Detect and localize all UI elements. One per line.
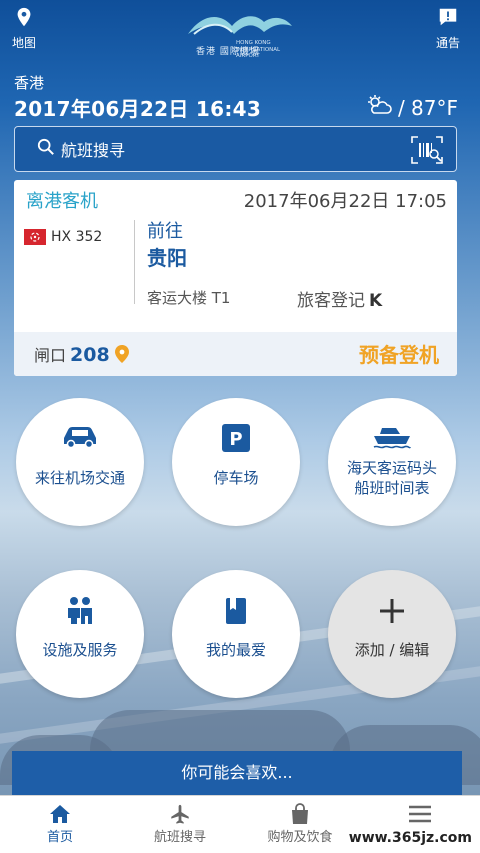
flight-number: HX 352 [51, 229, 103, 245]
tile-add-edit[interactable]: 添加 / 编辑 [328, 570, 456, 698]
tile-label: 海天客运码头 船班时间表 [334, 458, 450, 498]
top-bar: 地图 香港 國際機場 HONG KONG INTERNATIONAL AIRPO… [0, 0, 480, 64]
bookmark-icon [172, 596, 300, 626]
svg-text:P: P [229, 429, 242, 450]
checkin-label: 旅客登记 [297, 291, 365, 311]
terminal-label: 客运大楼 T1 [147, 289, 231, 307]
tile-label: 来往机场交通 [34, 469, 125, 487]
tile-label: 添加 / 编辑 [354, 641, 430, 659]
car-icon [16, 424, 144, 454]
home-icon [0, 802, 120, 826]
notice-icon [437, 8, 459, 32]
gate-info: 闸口 208 [34, 342, 129, 366]
nav-flight-search[interactable]: 航班搜寻 [120, 796, 240, 853]
flight-type-label: 离港客机 [26, 191, 98, 212]
logo-text-english: HONG KONG INTERNATIONAL AIRPORT [236, 40, 281, 59]
boarding-pass-scan-icon[interactable] [410, 135, 444, 169]
search-icon [37, 138, 55, 160]
tile-label: 我的最爱 [205, 641, 266, 659]
hkia-logo: 香港 國際機場 HONG KONG INTERNATIONAL AIRPORT [184, 8, 296, 59]
tile-ferry-schedule[interactable]: 海天客运码头 船班时间表 [328, 398, 456, 526]
nav-shopping-dining-label: 购物及饮食 [267, 830, 333, 845]
nav-shopping-dining[interactable]: 购物及饮食 [240, 796, 360, 853]
plus-icon [328, 596, 456, 626]
tile-label-line1: 海天客运码头 [346, 459, 437, 477]
partly-cloudy-icon [366, 94, 392, 121]
gate-label: 闸口 [34, 346, 67, 365]
tile-airport-transport[interactable]: 来往机场交通 [16, 398, 144, 526]
checkin-info: 旅客登记 K [297, 286, 382, 311]
tile-label-line2: 船班时间表 [354, 479, 430, 497]
tile-label: 停车场 [213, 469, 259, 487]
tile-facilities-services[interactable]: 设施及服务 [16, 570, 144, 698]
flight-scheduled-time: 2017年06月22日 17:05 [243, 191, 447, 212]
nav-home-label: 首页 [46, 830, 73, 845]
flight-search-bar[interactable]: 航班搜寻 [14, 126, 457, 172]
shopping-bag-icon [240, 802, 360, 826]
map-pin-icon [13, 7, 35, 32]
flight-card[interactable]: 离港客机 2017年06月22日 17:05 HX 352 前往 贵阳 客运大楼… [14, 180, 457, 376]
nav-flight-search-label: 航班搜寻 [153, 830, 206, 845]
parking-icon: P [172, 424, 300, 454]
location-pin-icon[interactable] [114, 345, 129, 365]
tile-parking[interactable]: P 停车场 [172, 398, 300, 526]
people-icon [16, 596, 144, 626]
card-divider [134, 220, 135, 304]
notice-label: 通告 [435, 36, 460, 50]
checkin-counter: K [369, 291, 383, 311]
watermark: www.365jz.com [348, 830, 472, 846]
tile-label: 设施及服务 [42, 641, 118, 659]
nav-home[interactable]: 首页 [0, 796, 120, 853]
ferry-icon [328, 424, 456, 454]
card-footer: 闸口 208 预备登机 [14, 332, 457, 376]
map-button[interactable]: 地图 [6, 6, 42, 51]
destination-city: 贵阳 [147, 246, 187, 270]
current-datetime: 2017年06月22日 16:43 [14, 97, 262, 121]
plane-icon [120, 802, 240, 826]
gate-number: 208 [70, 344, 110, 366]
menu-icon [360, 802, 480, 826]
flight-status: 预备登机 [359, 343, 439, 367]
destination-prefix: 前往 [147, 221, 183, 242]
map-label: 地图 [11, 36, 36, 50]
weather-display: / 87°F [366, 94, 458, 121]
weather-temperature: / 87°F [397, 95, 458, 120]
location-label: 香港 [14, 74, 45, 92]
you-may-like-bar[interactable]: 你可能会喜欢... [12, 751, 462, 795]
hong-kong-flag-icon [24, 229, 46, 245]
tile-favorites[interactable]: 我的最爱 [172, 570, 300, 698]
notice-button[interactable]: 通告 [430, 6, 466, 51]
search-placeholder: 航班搜寻 [61, 141, 126, 160]
